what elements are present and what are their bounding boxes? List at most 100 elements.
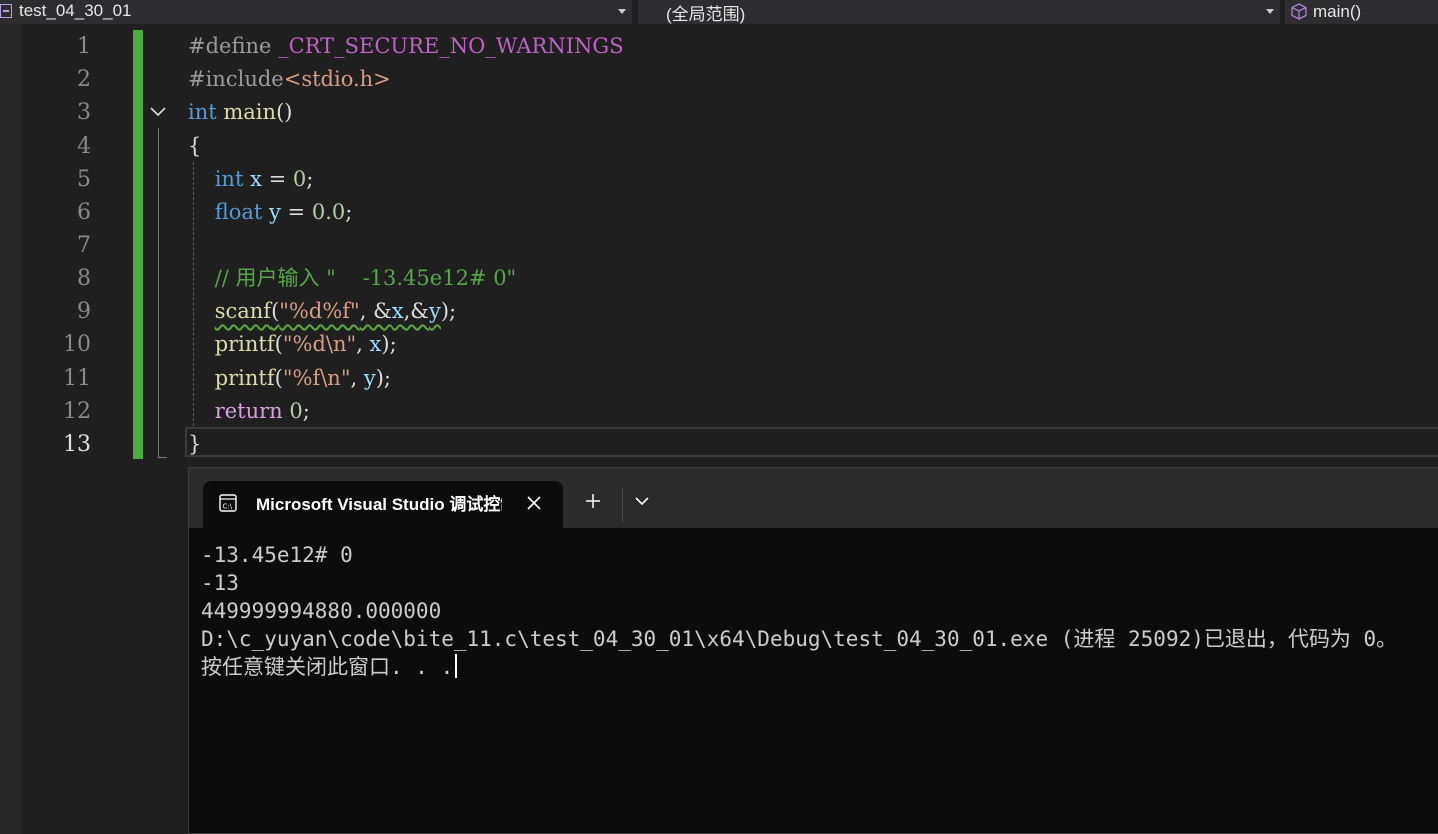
change-tracking-bar bbox=[133, 30, 143, 459]
line-number: 10 bbox=[63, 332, 91, 357]
punctuation: ); bbox=[381, 332, 397, 356]
punctuation: () bbox=[276, 100, 293, 124]
line-number: 4 bbox=[77, 134, 91, 159]
collapse-chevron-icon[interactable] bbox=[148, 102, 168, 122]
console-line: 按任意键关闭此窗口. . . bbox=[201, 655, 454, 679]
project-dropdown-label: test_04_30_01 bbox=[19, 1, 132, 20]
c-project-icon bbox=[0, 4, 12, 18]
console-line: -13.45e12# 0 bbox=[201, 543, 353, 567]
code-line-3: int main() bbox=[188, 96, 292, 129]
brace: { bbox=[188, 134, 202, 158]
member-dropdown[interactable]: main() bbox=[1285, 0, 1438, 24]
line-number: 11 bbox=[63, 366, 91, 391]
chevron-down-icon[interactable] bbox=[635, 496, 649, 506]
code-line-6: float y = 0.0; bbox=[188, 196, 353, 229]
function-name: scanf bbox=[214, 299, 272, 323]
number-literal: 0 bbox=[289, 399, 303, 423]
punctuation: ; bbox=[345, 200, 353, 224]
code-line-1: #define _CRT_SECURE_NO_WARNINGS bbox=[188, 30, 624, 63]
new-tab-plus-icon[interactable] bbox=[584, 492, 602, 510]
macro-name: _CRT_SECURE_NO_WARNINGS bbox=[278, 34, 624, 58]
terminal-icon: C:\ bbox=[219, 494, 237, 512]
line-number: 8 bbox=[77, 266, 91, 291]
keyword: float bbox=[214, 200, 263, 224]
variable: x bbox=[391, 299, 404, 323]
member-dropdown-label: main() bbox=[1313, 2, 1362, 21]
variable: y bbox=[428, 299, 441, 323]
line-number: 6 bbox=[77, 200, 91, 225]
svg-text:C:\: C:\ bbox=[223, 503, 233, 511]
brace: } bbox=[188, 432, 202, 456]
line-number: 3 bbox=[77, 100, 91, 125]
line-number: 12 bbox=[63, 399, 91, 424]
console-line: -13 bbox=[201, 571, 239, 595]
code-line-11: printf("%f\n", y); bbox=[188, 362, 391, 395]
console-prompt-line: 按任意键关闭此窗口. . . bbox=[201, 653, 1397, 681]
editor-margin bbox=[0, 24, 21, 834]
punctuation: ( bbox=[274, 366, 283, 390]
code-line-9: scanf("%d%f", &x,&y); bbox=[188, 295, 456, 328]
console-tab-bar: C:\ Microsoft Visual Studio 调试控制台 bbox=[189, 468, 1438, 528]
function-name: printf bbox=[214, 366, 275, 390]
punctuation: ); bbox=[375, 366, 392, 390]
punctuation: ( bbox=[274, 332, 283, 356]
line-number-current: 13 bbox=[63, 432, 91, 457]
function-name: printf bbox=[214, 332, 275, 356]
variable: y bbox=[363, 366, 376, 390]
code-line-10: printf("%d\n", x); bbox=[188, 328, 397, 361]
scope-dropdown[interactable]: (全局范围) bbox=[638, 0, 1280, 24]
code-line-8: // 用户输入 " -13.45e12# 0" bbox=[188, 262, 517, 295]
line-number: 7 bbox=[77, 233, 91, 258]
navigation-bar: test_04_30_01 (全局范围) main() bbox=[0, 0, 1438, 24]
function-cube-icon bbox=[1291, 3, 1307, 20]
code-line-2: #include<stdio.h> bbox=[188, 63, 391, 96]
punctuation: ; bbox=[306, 167, 314, 191]
comment: // 用户输入 " -13.45e12# 0" bbox=[214, 266, 517, 290]
punctuation: , & bbox=[359, 299, 392, 323]
string-literal: "%d\n" bbox=[282, 332, 357, 356]
operator: = bbox=[261, 167, 293, 191]
console-line: D:\c_yuyan\code\bite_11.c\test_04_30_01\… bbox=[201, 627, 1398, 651]
chevron-down-icon[interactable] bbox=[1266, 9, 1274, 14]
number-literal: 0.0 bbox=[311, 200, 346, 224]
punctuation: ); bbox=[440, 299, 457, 323]
variable: y bbox=[269, 200, 281, 224]
string-literal: "%d%f" bbox=[279, 299, 360, 323]
function-name: main bbox=[223, 100, 277, 124]
project-dropdown[interactable]: test_04_30_01 bbox=[0, 0, 632, 24]
outline-fold-end bbox=[158, 457, 167, 458]
operator: = bbox=[280, 200, 312, 224]
console-tab-title: Microsoft Visual Studio 调试控制台 bbox=[256, 495, 502, 514]
close-icon[interactable] bbox=[522, 491, 546, 515]
console-output[interactable]: -13.45e12# 0 -13 449999994880.000000 D:\c_y… bbox=[201, 541, 1397, 681]
code-line-13: } bbox=[188, 428, 201, 461]
header-name: <stdio.h> bbox=[283, 67, 391, 91]
punctuation: , bbox=[350, 366, 364, 390]
console-tab[interactable]: C:\ Microsoft Visual Studio 调试控制台 bbox=[203, 481, 563, 528]
code-line-12: return 0; bbox=[188, 395, 310, 428]
text-cursor bbox=[455, 654, 458, 678]
keyword: int bbox=[188, 100, 217, 124]
code-line-5: int x = 0; bbox=[188, 163, 314, 196]
variable: x bbox=[250, 167, 262, 191]
chevron-down-icon[interactable] bbox=[618, 9, 626, 14]
line-number: 1 bbox=[77, 34, 91, 59]
number-literal: 0 bbox=[292, 167, 307, 191]
punctuation: ,& bbox=[403, 299, 429, 323]
variable: x bbox=[369, 332, 382, 356]
punctuation: , bbox=[356, 332, 370, 356]
directive: #include bbox=[188, 67, 284, 91]
warning-squiggle[interactable]: scanf("%d%f", &x,&y bbox=[215, 299, 441, 323]
tab-bar-separator bbox=[622, 488, 623, 522]
debug-console-window[interactable]: C:\ Microsoft Visual Studio 调试控制台 -13.45… bbox=[188, 467, 1438, 834]
line-number: 9 bbox=[77, 299, 91, 324]
scope-dropdown-label: (全局范围) bbox=[666, 4, 746, 24]
console-line: 449999994880.000000 bbox=[201, 599, 442, 623]
string-literal: "%f\n" bbox=[282, 366, 351, 390]
line-number: 2 bbox=[77, 67, 91, 92]
directive: #define bbox=[188, 34, 272, 58]
outline-fold-line bbox=[158, 128, 159, 457]
code-line-4: { bbox=[188, 130, 201, 163]
line-number: 5 bbox=[77, 167, 91, 192]
punctuation: ; bbox=[302, 399, 310, 423]
